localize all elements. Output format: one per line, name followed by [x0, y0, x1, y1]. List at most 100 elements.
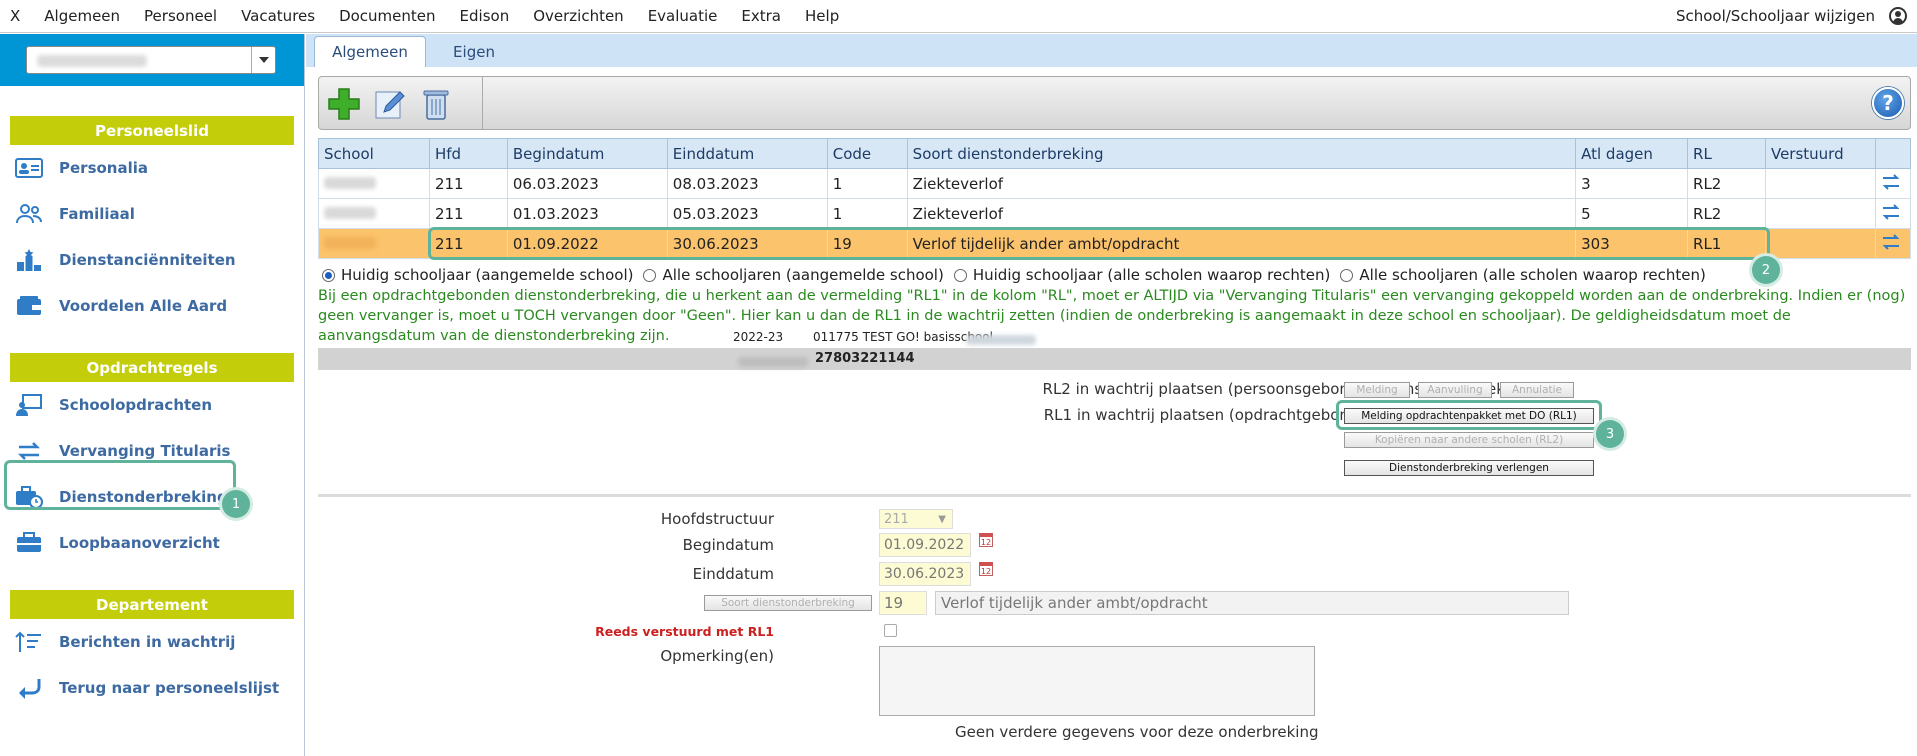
sidebar-item-label: Berichten in wachtrij: [59, 633, 236, 651]
col-soort[interactable]: Soort dienstonderbreking: [906, 138, 1577, 169]
sidebar-item-terug-personeelslijst[interactable]: Terug naar personeelslijst: [0, 665, 304, 711]
user-icon[interactable]: [1889, 7, 1907, 25]
radio-alle-aangemeld[interactable]: Alle schooljaren (aangemelde school): [643, 266, 944, 284]
school-name-redacted: [966, 335, 1036, 345]
section-departement: Departement: [10, 590, 294, 619]
sidebar-item-loopbaanoverzicht[interactable]: Loopbaanoverzicht: [0, 520, 304, 566]
swap-arrows-icon[interactable]: [1881, 173, 1901, 191]
edit-button[interactable]: [371, 85, 409, 123]
col-einddatum[interactable]: Einddatum: [666, 138, 828, 169]
scope-radio-group: Huidig schooljaar (aangemelde school) Al…: [322, 266, 1716, 284]
soort-dienstonderbreking-button[interactable]: Soort dienstonderbreking: [704, 595, 872, 611]
radio-button[interactable]: [953, 268, 967, 282]
calendar-icon[interactable]: 12: [979, 562, 993, 576]
menu-help[interactable]: Help: [793, 7, 851, 25]
begindatum-input[interactable]: 01.09.2022: [879, 533, 971, 557]
help-button[interactable]: ?: [1872, 87, 1904, 119]
trash-icon: [423, 90, 449, 120]
cell-verstuurd: [1764, 228, 1876, 259]
person-number: 27803221144: [815, 351, 915, 366]
sidebar-item-dienstancienniteiten[interactable]: Dienstanciënniteiten: [0, 237, 304, 283]
col-atl-dagen[interactable]: Atl dagen: [1575, 138, 1689, 169]
ranking-icon: [14, 248, 44, 272]
chevron-down-icon[interactable]: [251, 47, 275, 73]
swap-arrows-icon[interactable]: [1881, 203, 1901, 221]
menu-evaluatie[interactable]: Evaluatie: [636, 7, 730, 25]
col-verstuurd[interactable]: Verstuurd: [1764, 138, 1876, 169]
col-hfd[interactable]: Hfd: [428, 138, 508, 169]
cell-action: [1874, 198, 1912, 229]
sidebar-item-schoolopdrachten[interactable]: Schoolopdrachten: [0, 382, 304, 428]
calendar-icon[interactable]: 12: [979, 533, 993, 547]
radio-huidig-aangemeld[interactable]: Huidig schooljaar (aangemelde school): [322, 266, 633, 284]
chevron-down-icon: ▼: [938, 513, 946, 525]
toolbar: ?: [318, 76, 1911, 130]
hoofdstructuur-select[interactable]: 211 ▼: [879, 509, 953, 529]
highlight-box-melding-rl1: [1336, 400, 1602, 430]
person-select[interactable]: [26, 46, 276, 74]
col-school[interactable]: School: [318, 138, 430, 169]
sort-list-icon: [14, 630, 44, 654]
table-row[interactable]: 211 06.03.2023 08.03.2023 1 Ziekteverlof…: [318, 168, 1912, 199]
col-rl[interactable]: RL: [1687, 138, 1766, 169]
col-code[interactable]: Code: [826, 138, 908, 169]
col-begindatum[interactable]: Begindatum: [506, 138, 668, 169]
menu-extra[interactable]: Extra: [729, 7, 793, 25]
melding-button[interactable]: Melding: [1344, 382, 1410, 398]
radio-huidig-alle[interactable]: Huidig schooljaar (alle scholen waarop r…: [953, 266, 1330, 284]
menu-close[interactable]: X: [0, 7, 32, 25]
sidebar-item-label: Voordelen Alle Aard: [59, 297, 228, 315]
edit-pencil-icon: [375, 91, 405, 119]
plus-icon: [328, 88, 360, 120]
cell-school: [318, 168, 430, 199]
toolbar-separator: [482, 77, 483, 129]
radio-alle-alle[interactable]: Alle schooljaren (alle scholen waarop re…: [1340, 266, 1706, 284]
cell-school: [318, 198, 430, 229]
aanvulling-button[interactable]: Aanvulling: [1418, 382, 1492, 398]
table-header-row: School Hfd Begindatum Einddatum Code Soo…: [318, 138, 1912, 169]
reeds-verstuurd-label: Reeds verstuurd met RL1: [595, 624, 774, 639]
tab-algemeen[interactable]: Algemeen: [314, 36, 426, 67]
soort-code-input[interactable]: 19: [879, 591, 927, 615]
radio-button[interactable]: [1340, 268, 1354, 282]
soort-description-input[interactable]: Verlof tijdelijk ander ambt/opdracht: [935, 591, 1569, 615]
radio-button[interactable]: [322, 268, 335, 282]
reeds-verstuurd-checkbox[interactable]: [884, 624, 897, 637]
table-row[interactable]: 211 01.03.2023 05.03.2023 1 Ziekteverlof…: [318, 198, 1912, 229]
sidebar-item-voordelen[interactable]: Voordelen Alle Aard: [0, 283, 304, 329]
section-opdrachtregels: Opdrachtregels: [10, 353, 294, 382]
verlengen-button[interactable]: Dienstonderbreking verlengen: [1344, 460, 1594, 476]
opmerking-label: Opmerking(en): [660, 647, 774, 665]
school-year-switch-link[interactable]: School/Schooljaar wijzigen: [1676, 7, 1875, 25]
highlight-box-dienstonderbrekingen: [4, 460, 236, 510]
cell-rl: RL2: [1687, 198, 1766, 229]
menu-overzichten[interactable]: Overzichten: [521, 7, 636, 25]
wallet-icon: [14, 294, 44, 318]
kopieren-button[interactable]: Kopiëren naar andere scholen (RL2): [1344, 432, 1594, 448]
menu-personeel[interactable]: Personeel: [132, 7, 229, 25]
einddatum-input[interactable]: 30.06.2023: [879, 562, 971, 586]
col-actions: [1874, 138, 1912, 169]
radio-button[interactable]: [643, 268, 657, 282]
school-redacted: [324, 206, 376, 219]
briefcase-icon: [14, 531, 44, 555]
cell-hfd: 211: [428, 198, 508, 229]
menu-algemeen[interactable]: Algemeen: [32, 7, 132, 25]
menu-documenten[interactable]: Documenten: [327, 7, 447, 25]
opmerking-textarea[interactable]: [879, 646, 1315, 716]
sidebar-item-berichten-wachtrij[interactable]: Berichten in wachtrij: [0, 619, 304, 665]
sidebar-item-label: Schoolopdrachten: [59, 396, 213, 414]
annulatie-button[interactable]: Annulatie: [1500, 382, 1574, 398]
menu-vacatures[interactable]: Vacatures: [229, 7, 327, 25]
sidebar: Personeelslid Personalia Familiaal Diens…: [0, 34, 305, 756]
menu-edison[interactable]: Edison: [448, 7, 522, 25]
begindatum-label: Begindatum: [682, 536, 774, 554]
cell-verstuurd: [1764, 198, 1876, 229]
school-redacted: [324, 236, 376, 249]
sidebar-item-familiaal[interactable]: Familiaal: [0, 191, 304, 237]
add-button[interactable]: [325, 85, 363, 123]
delete-button[interactable]: [417, 85, 455, 123]
sidebar-item-personalia[interactable]: Personalia: [0, 145, 304, 191]
tab-eigen[interactable]: Eigen: [428, 36, 520, 67]
swap-arrows-icon[interactable]: [1881, 233, 1901, 251]
